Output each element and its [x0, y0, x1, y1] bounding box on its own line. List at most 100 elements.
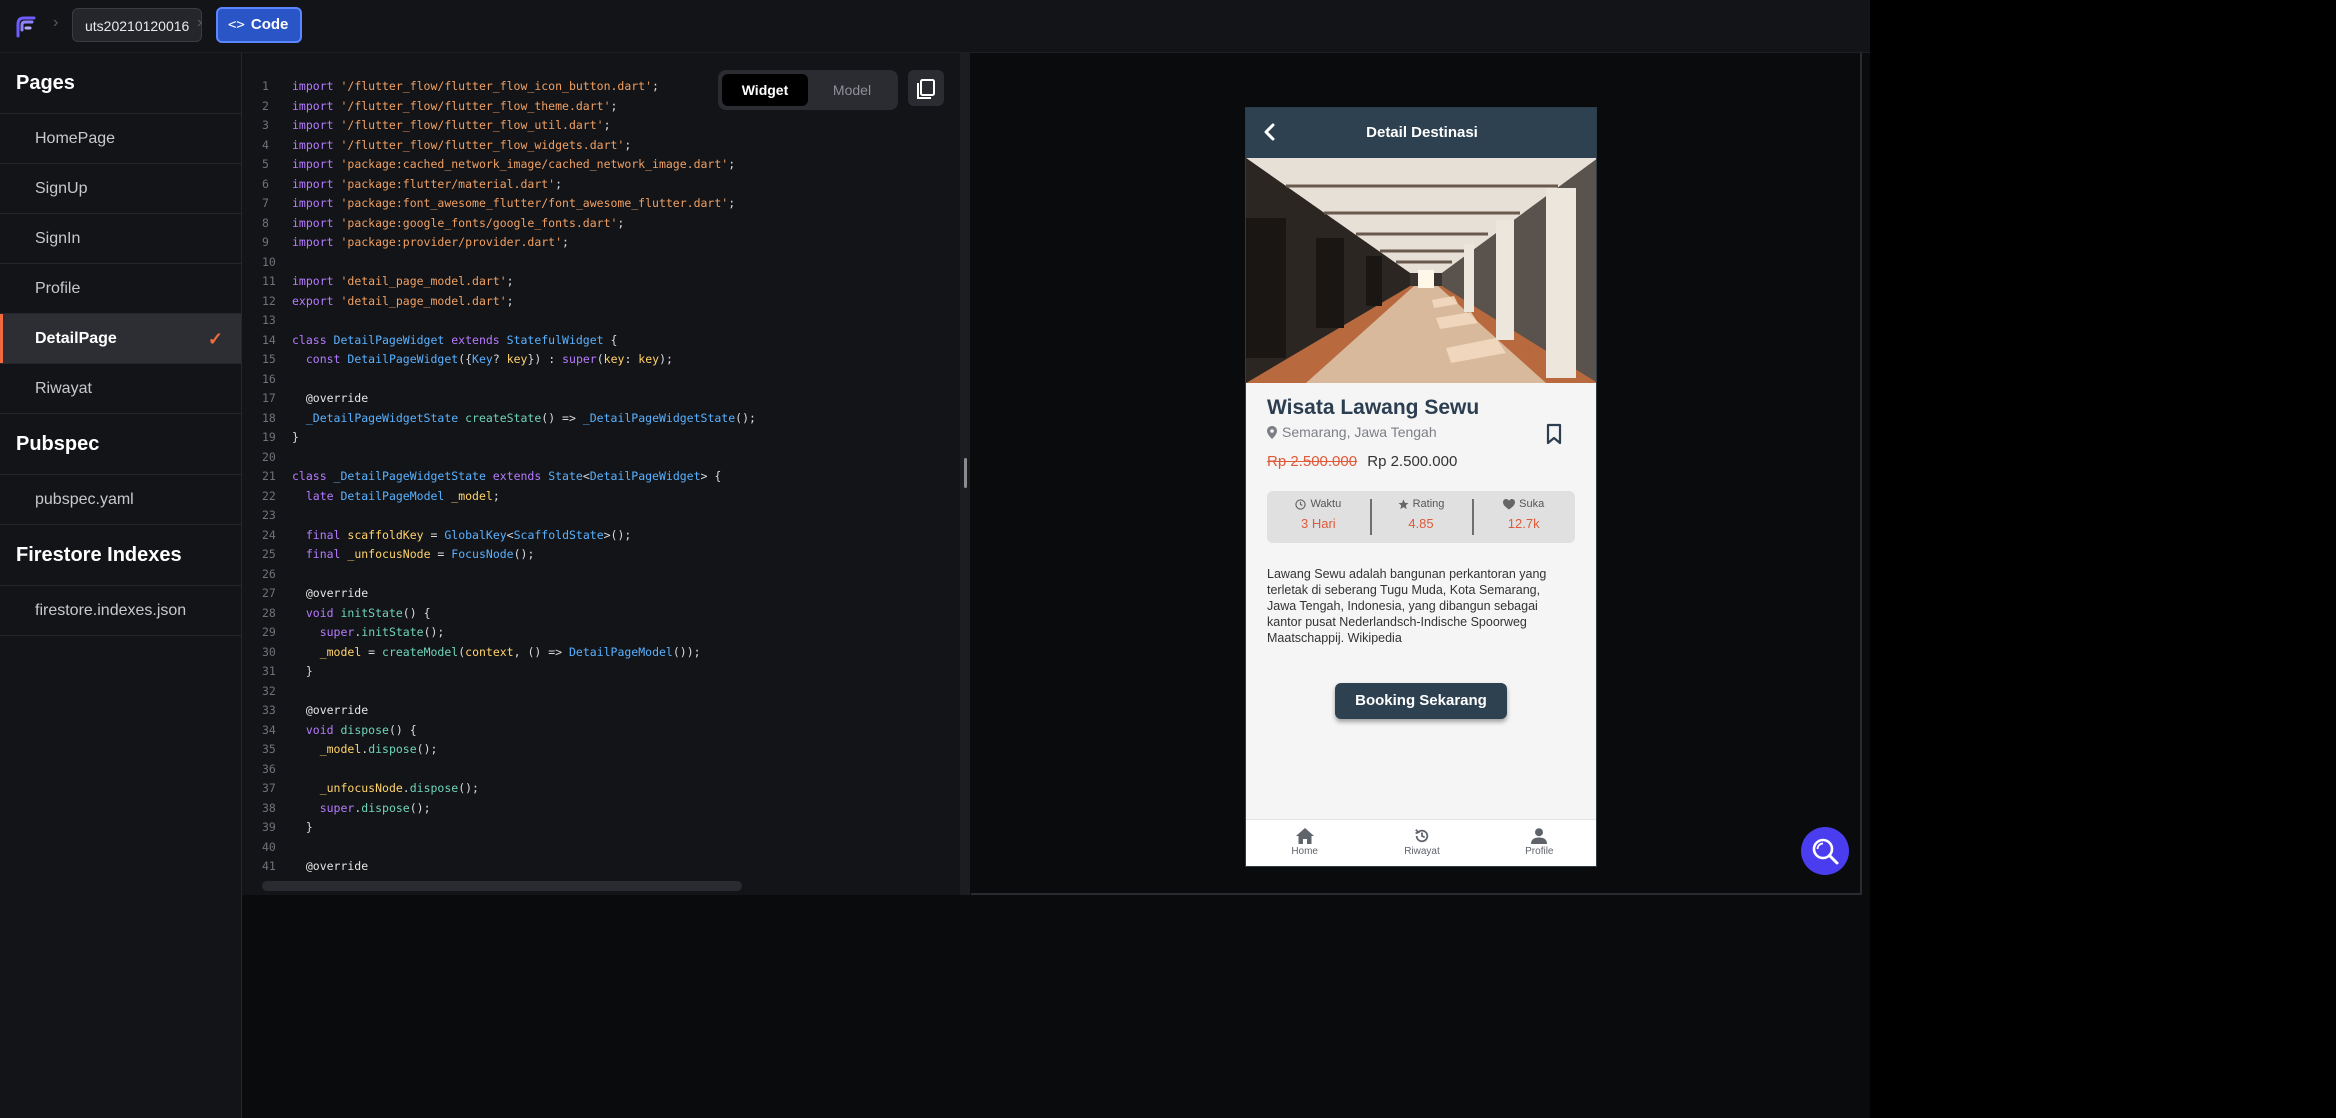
- code-token: import: [292, 98, 341, 113]
- line-number: 5: [262, 157, 269, 171]
- code-token: dispose: [361, 800, 410, 815]
- code-token: () {: [402, 605, 431, 620]
- code-line: 37 _unfocusNode.dispose();: [262, 779, 756, 799]
- sidebar-item-signin[interactable]: SignIn: [0, 214, 241, 264]
- code-token: =: [430, 527, 445, 542]
- sidebar-item-detailpage[interactable]: DetailPage ✓: [0, 314, 241, 364]
- destination-description: Lawang Sewu adalah bangunan perkantoran …: [1267, 567, 1547, 645]
- line-number: 13: [262, 313, 276, 327]
- code-token: dispose: [368, 742, 417, 756]
- line-number: 22: [262, 488, 276, 503]
- active-check-icon: ✓: [207, 329, 223, 349]
- code-token: dispose: [340, 722, 389, 737]
- code-line: 30 _model = createModel(context, () => D…: [262, 643, 756, 663]
- code-panel: 1 import '/flutter_flow/flutter_flow_icon…: [242, 53, 970, 895]
- sidebar-item-signup[interactable]: SignUp: [0, 164, 241, 214]
- stat-label: Rating: [1412, 498, 1445, 510]
- code-line: 22 late DetailPageModel _model;: [262, 487, 756, 507]
- code-line: 41 @override: [262, 857, 756, 877]
- code-token: ;: [617, 215, 625, 230]
- code-token: ;: [728, 196, 736, 210]
- nav-tab-profile[interactable]: Profile: [1481, 820, 1596, 866]
- code-token: late: [305, 488, 341, 503]
- code-line: 7 import 'package:font_awesome_flutter/fo…: [262, 194, 756, 214]
- code-token: 'detail_page_model.dart': [340, 274, 507, 288]
- line-number: 38: [262, 800, 276, 815]
- code-token: DetailPageModel: [340, 488, 452, 503]
- horizontal-scrollbar[interactable]: [262, 881, 742, 891]
- price-row: Rp 2.500.000 Rp 2.500.000: [1267, 453, 1457, 470]
- line-number: 18: [262, 410, 276, 425]
- code-view-label: Code: [250, 16, 289, 33]
- code-line: 34 void dispose() {: [262, 721, 756, 741]
- code-line: 26: [262, 565, 756, 585]
- line-number: 24: [262, 527, 276, 542]
- sidebar-item-pubspec-yaml[interactable]: pubspec.yaml: [0, 475, 241, 525]
- file-sidebar: Pages HomePage SignUp SignIn Profile DetailPa…: [0, 53, 242, 1118]
- star-icon: [1398, 498, 1409, 509]
- copy-code-button[interactable]: [908, 70, 944, 106]
- code-line: 10: [262, 253, 756, 273]
- breadcrumb-separator-icon: ›: [53, 14, 59, 31]
- sidebar-item-riwayat[interactable]: Riwayat: [0, 364, 241, 414]
- code-token: {: [603, 332, 618, 347]
- code-view-button[interactable]: <> Code: [216, 7, 303, 43]
- bookmark-icon[interactable]: [1544, 423, 1564, 445]
- line-number: 20: [262, 449, 276, 464]
- breadcrumb-separator-icon: ›: [197, 14, 203, 31]
- code-token: ;: [506, 293, 514, 308]
- code-line: 3 import '/flutter_flow/flutter_flow_util…: [262, 116, 756, 136]
- code-token: @override: [292, 586, 369, 600]
- code-token: ;: [603, 118, 611, 132]
- code-token: () =>: [541, 410, 583, 425]
- line-number: 31: [262, 664, 276, 678]
- flutterflow-app: › uts20210120016 › <> Code Pages HomePage…: [0, 0, 1870, 1118]
- code-token: =: [368, 644, 383, 659]
- code-token: 'package:cached_network_image/cached_net…: [340, 157, 729, 171]
- stat-value: 12.7k: [1507, 516, 1540, 531]
- line-number: 26: [262, 566, 276, 581]
- code-editor[interactable]: 1 import '/flutter_flow/flutter_flow_icon…: [262, 77, 756, 877]
- code-line: 11 import 'detail_page_model.dart';: [262, 272, 756, 292]
- code-token: DetailPageWidget: [333, 332, 452, 347]
- sidebar-item-homepage[interactable]: HomePage: [0, 114, 241, 164]
- code-line: 39 }: [262, 818, 756, 838]
- booking-button[interactable]: Booking Sekarang: [1335, 683, 1507, 719]
- search-fab[interactable]: [1801, 827, 1849, 875]
- project-name-chip[interactable]: uts20210120016: [72, 8, 203, 42]
- line-number: 36: [262, 761, 276, 776]
- location-pin-icon: [1267, 425, 1277, 439]
- code-token: ();: [416, 742, 438, 756]
- line-number: 16: [262, 371, 276, 386]
- code-line: 18 _DetailPageWidgetState createState() …: [262, 409, 756, 429]
- code-token: context: [465, 644, 514, 659]
- flutterflow-logo-icon[interactable]: [12, 12, 40, 40]
- sidebar-item-label: SignIn: [35, 230, 81, 247]
- code-line: 36: [262, 760, 756, 780]
- code-line: 27 @override: [262, 584, 756, 604]
- sidebar-item-profile[interactable]: Profile: [0, 264, 241, 314]
- sidebar-item-firestore-indexes-json[interactable]: firestore.indexes.json: [0, 586, 241, 636]
- toggle-model-button[interactable]: Model: [810, 74, 894, 106]
- line-number: 4: [262, 137, 269, 152]
- code-token: StatefulWidget: [506, 332, 604, 347]
- vertical-scrollbar-thumb[interactable]: [964, 458, 967, 488]
- nav-tab-home[interactable]: Home: [1246, 820, 1363, 866]
- code-token: key: [603, 352, 625, 366]
- nav-tab-riwayat[interactable]: Riwayat: [1363, 820, 1480, 866]
- toggle-widget-button[interactable]: Widget: [722, 74, 808, 106]
- code-token: _model: [319, 644, 369, 659]
- code-token: ;: [506, 274, 514, 288]
- code-token: const: [305, 352, 348, 366]
- code-token: createModel: [382, 644, 459, 659]
- code-token: ;: [555, 176, 563, 191]
- code-token: '/flutter_flow/flutter_flow_util.dart': [340, 118, 604, 132]
- line-number: 27: [262, 586, 276, 600]
- phone-preview: Detail Destinasi Wisata Lawang Sewu Sema…: [1245, 107, 1597, 867]
